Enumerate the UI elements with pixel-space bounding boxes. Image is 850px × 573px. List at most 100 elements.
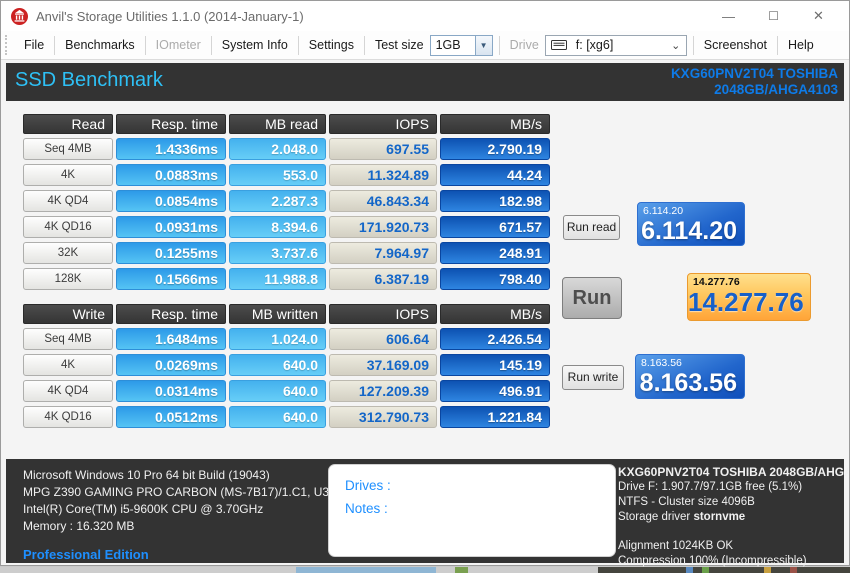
drive-device-title: KXG60PNV2T04 TOSHIBA 2048GB/AHGA4103 — [618, 465, 848, 479]
title-bar: Anvil's Storage Utilities 1.1.0 (2014-Ja… — [1, 1, 849, 31]
read-mbs-cell: 44.24 — [440, 164, 550, 186]
write-score-small: 8.163.56 — [641, 357, 682, 369]
read-row-label[interactable]: 32K — [23, 242, 113, 264]
menu-separator — [692, 35, 694, 55]
menu-benchmarks[interactable]: Benchmarks — [56, 31, 143, 59]
taskbar-segment — [790, 567, 797, 573]
write-score-large: 8.163.56 — [639, 369, 737, 397]
close-button[interactable]: ✕ — [796, 1, 841, 31]
read-row-label[interactable]: 128K — [23, 268, 113, 290]
write-resp-cell: 1.6484ms — [116, 328, 226, 350]
test-size-select[interactable]: 1GB ▼ — [429, 34, 493, 56]
notes-label: Notes : — [345, 501, 388, 516]
read-row-label[interactable]: Seq 4MB — [23, 138, 113, 160]
read-score-large: 6.114.20 — [641, 217, 737, 245]
drive-icon — [550, 40, 567, 50]
write-mbs-cell: 1.221.84 — [440, 406, 550, 428]
total-score-large: 14.277.76 — [688, 287, 804, 317]
read-mbs-cell: 182.98 — [440, 190, 550, 212]
write-row-label[interactable]: 4K QD4 — [23, 380, 113, 402]
write-row-label[interactable]: Seq 4MB — [23, 328, 113, 350]
write-mbs-cell: 145.19 — [440, 354, 550, 376]
read-iops-cell: 46.843.34 — [329, 190, 437, 212]
read-mbs-cell: 671.57 — [440, 216, 550, 238]
write-mb-cell: 640.0 — [229, 380, 326, 402]
write-mbs-cell: 496.91 — [440, 380, 550, 402]
page-title: SSD Benchmark — [15, 69, 163, 91]
run-button[interactable]: Run — [562, 277, 622, 319]
menu-help[interactable]: Help — [779, 31, 823, 59]
write-row-label[interactable]: 4K — [23, 354, 113, 376]
write-iops-cell: 127.209.39 — [329, 380, 437, 402]
memory-line: Memory : 16.320 MB — [23, 519, 135, 533]
app-window: Anvil's Storage Utilities 1.1.0 (2014-Ja… — [0, 0, 850, 567]
maximize-button[interactable]: ☐ — [751, 1, 796, 31]
taskbar-segment — [455, 567, 468, 573]
drives-notes-box[interactable]: Drives : Notes : — [328, 464, 616, 557]
read-row-label[interactable]: 4K QD16 — [23, 216, 113, 238]
cpu-line: Intel(R) Core(TM) i5-9600K CPU @ 3.70GHz — [23, 502, 264, 516]
app-logo-icon — [11, 7, 28, 25]
write-mb-cell: 640.0 — [229, 354, 326, 376]
read-iops-cell: 697.55 — [329, 138, 437, 160]
read-mb-cell: 2.048.0 — [229, 138, 326, 160]
drive-info-block: KXG60PNV2T04 TOSHIBA 2048GB/AHGA4103 Dri… — [618, 465, 848, 569]
menu-file[interactable]: File — [15, 31, 53, 59]
test-size-label: Test size — [374, 38, 424, 52]
read-resp-cell: 0.1566ms — [116, 268, 226, 290]
read-resp-cell: 0.0931ms — [116, 216, 226, 238]
read-row-label[interactable]: 4K — [23, 164, 113, 186]
footer-panel: Microsoft Windows 10 Pro 64 bit Build (1… — [6, 459, 848, 567]
write-mbs-cell: 2.426.54 — [440, 328, 550, 350]
storage-driver-line: Storage driver stornvme — [618, 511, 746, 523]
write-mb-cell: 640.0 — [229, 406, 326, 428]
iops-header: IOPS — [329, 114, 437, 134]
menu-separator — [54, 35, 56, 55]
read-resp-cell: 1.4336ms — [116, 138, 226, 160]
write-row-label[interactable]: 4K QD16 — [23, 406, 113, 428]
read-table: Read Resp. time MB read IOPS MB/s Seq 4M… — [23, 114, 550, 290]
drive-select[interactable]: f: [xg6] ⌄ — [544, 34, 687, 56]
write-iops-cell: 312.790.73 — [329, 406, 437, 428]
storage-driver-value: stornvme — [693, 511, 746, 523]
read-iops-cell: 171.920.73 — [329, 216, 437, 238]
mbs-header: MB/s — [440, 114, 550, 134]
read-mbs-cell: 2.790.19 — [440, 138, 550, 160]
write-resp-cell: 0.0314ms — [116, 380, 226, 402]
system-info-block: Microsoft Windows 10 Pro 64 bit Build (1… — [23, 467, 344, 563]
drive-capacity-line: Drive F: 1.907.7/97.1GB free (5.1%) — [618, 481, 803, 493]
read-score-box: 6.114.20 6.114.20 — [637, 202, 745, 246]
mbs-header: MB/s — [440, 304, 550, 324]
menu-settings[interactable]: Settings — [300, 31, 363, 59]
menu-bar: File Benchmarks IOmeter System Info Sett… — [1, 31, 849, 60]
menu-iometer: IOmeter — [155, 38, 201, 52]
minimize-button[interactable]: — — [706, 1, 751, 31]
motherboard-line: MPG Z390 GAMING PRO CARBON (MS-7B17)/1.C… — [23, 485, 344, 499]
dropdown-arrow-icon[interactable]: ▼ — [474, 35, 492, 55]
read-row-label[interactable]: 4K QD4 — [23, 190, 113, 212]
menu-separator — [777, 35, 779, 55]
taskbar-segment — [686, 567, 693, 573]
run-write-button[interactable]: Run write — [562, 365, 624, 390]
menu-system-info[interactable]: System Info — [213, 31, 297, 59]
write-header-col: Write — [23, 304, 113, 324]
mb-written-header: MB written — [229, 304, 326, 324]
os-line: Microsoft Windows 10 Pro 64 bit Build (1… — [23, 468, 270, 482]
read-iops-cell: 11.324.89 — [329, 164, 437, 186]
alignment-line: Alignment 1024KB OK — [618, 540, 734, 552]
anvil-storage-utilities-app: Anvil's Storage Utilities 1.1.0 (2014-Ja… — [0, 0, 850, 573]
menu-separator — [498, 35, 500, 55]
device-name: KXG60PNV2T04 TOSHIBA 2048GB/AHGA4103 — [671, 66, 838, 98]
total-score-box: 14.277.76 14.277.76 — [687, 273, 811, 321]
write-score-box: 8.163.56 8.163.56 — [635, 354, 745, 399]
read-resp-cell: 0.1255ms — [116, 242, 226, 264]
read-iops-cell: 6.387.19 — [329, 268, 437, 290]
menu-screenshot[interactable]: Screenshot — [695, 31, 776, 59]
chevron-down-icon[interactable]: ⌄ — [666, 39, 686, 52]
menu-separator — [297, 35, 299, 55]
window-controls: — ☐ ✕ — [706, 1, 841, 31]
run-read-button[interactable]: Run read — [563, 215, 620, 240]
drive-label: Drive — [509, 38, 539, 52]
read-mb-cell: 8.394.6 — [229, 216, 326, 238]
